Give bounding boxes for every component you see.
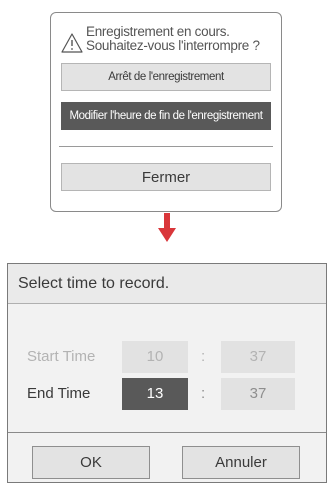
warning-triangle-icon: [61, 33, 83, 53]
end-time-row: End Time 13 : 37: [8, 378, 326, 410]
dialog-title: Select time to record.: [8, 264, 326, 304]
arrow-down-icon: [158, 213, 176, 242]
start-minute-field: 37: [221, 341, 295, 373]
message-line-1: Enregistrement en cours.: [86, 24, 230, 39]
stop-recording-button[interactable]: Arrêt de l'enregistrement: [61, 63, 271, 91]
ok-button[interactable]: OK: [32, 446, 150, 479]
dialog-divider: [8, 432, 326, 433]
start-time-row: Start Time 10 : 37: [8, 341, 326, 373]
dialog-message: Enregistrement en cours. Souhaitez-vous …: [86, 25, 281, 53]
record-time-dialog: Select time to record. Start Time 10 : 3…: [7, 263, 327, 483]
dialog-divider: [59, 146, 273, 147]
cancel-button[interactable]: Annuler: [182, 446, 300, 479]
end-time-label: End Time: [27, 385, 91, 402]
time-separator: :: [201, 348, 206, 365]
message-line-2: Souhaitez-vous l'interrompre ?: [86, 38, 260, 53]
close-button[interactable]: Fermer: [61, 163, 271, 191]
start-time-label: Start Time: [27, 348, 96, 365]
start-hour-field: 10: [122, 341, 188, 373]
end-hour-field[interactable]: 13: [122, 378, 188, 410]
time-separator: :: [201, 385, 206, 402]
end-minute-field[interactable]: 37: [221, 378, 295, 410]
stop-recording-dialog: Enregistrement en cours. Souhaitez-vous …: [50, 12, 282, 212]
modify-end-time-button[interactable]: Modifier l'heure de fin de l'enregistrem…: [61, 102, 271, 130]
